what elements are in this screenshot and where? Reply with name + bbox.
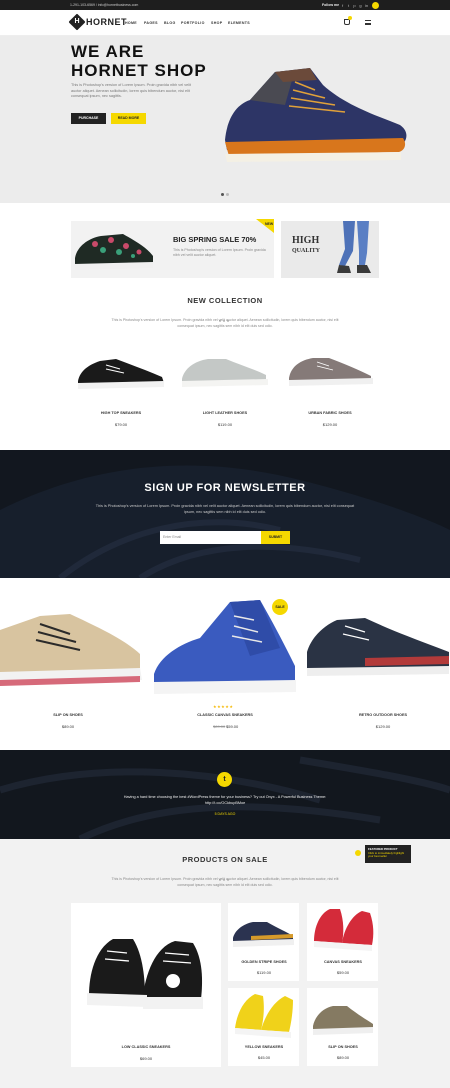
product-image-light-leather [182, 359, 268, 387]
nav-item-portfolio[interactable]: PORTFOLIO [181, 21, 205, 25]
svg-text:NEW: NEW [265, 222, 274, 226]
topbar-cart-icon[interactable] [372, 1, 379, 9]
carousel-image-slip-on [0, 614, 142, 686]
nav-item-home[interactable]: HOME [125, 21, 137, 25]
hero-title: WE ARE HORNET SHOP [71, 42, 207, 80]
newsletter-submit-button[interactable]: SUBMIT [261, 531, 290, 544]
top-bar: 1-291-103-6569 / info@hornetbusiness.com… [0, 0, 450, 10]
sale-name-low-classic[interactable]: LOW CLASSIC SNEAKERS [96, 1045, 196, 1049]
newsletter-text: This is Photoshop's version of Lorem Ips… [95, 504, 355, 514]
product-image-urban-fabric [289, 358, 373, 386]
carousel-name-classic-canvas[interactable]: CLASSIC CANVAS SNEAKERS [175, 713, 275, 717]
twitter-bird-icon[interactable]: t [217, 772, 232, 787]
logo-text[interactable]: HORNET [86, 17, 127, 27]
product-price-high-top: $79.00 [114, 422, 128, 427]
facebook-icon[interactable]: f [340, 3, 345, 8]
contact-info: 1-291-103-6569 / info@hornetbusiness.com [70, 3, 139, 7]
newsletter-email-input[interactable]: Enter Email [160, 531, 261, 544]
promo-shoe-image [74, 234, 153, 270]
product-image-high-top [78, 359, 164, 389]
promo-text: This is Photoshop's version of Lorem Ips… [173, 248, 266, 257]
sale-price-canvas: $59.00 [336, 970, 350, 975]
carousel-old-price: $89.00 [213, 724, 226, 729]
sale-badge: SALE [272, 599, 288, 615]
rating-stars: ★★★★★ [213, 704, 234, 709]
follow-label: Follow me [322, 3, 340, 7]
tweet-date: 5 DAYS AGO [214, 812, 236, 816]
sale-image-canvas [314, 909, 374, 951]
sale-image-golden-stripe [233, 922, 294, 947]
product-name-light-leather[interactable]: LIGHT LEATHER SHOES [175, 411, 275, 415]
product-price-urban-fabric: $129.00 [322, 422, 338, 427]
linkedin-icon[interactable]: in [364, 3, 369, 8]
nav-item-blog[interactable]: BLOG [164, 21, 176, 25]
site-header: H HORNET HOME PAGES BLOG PORTFOLIO SHOP … [0, 10, 450, 36]
product-name-urban-fabric[interactable]: URBAN FABRIC SHOES [280, 411, 380, 415]
google-plus-icon[interactable]: g [358, 3, 363, 8]
newsletter-title: SIGN UP FOR NEWSLETTER [144, 482, 306, 494]
nav-item-shop[interactable]: SHOP [211, 21, 222, 25]
pinterest-icon[interactable]: p [352, 3, 357, 8]
menu-icon[interactable] [365, 20, 371, 25]
logo-icon[interactable]: H [68, 13, 86, 31]
sale-price-low-classic: $69.00 [139, 1056, 153, 1061]
nav-item-elements[interactable]: ELEMENTS [228, 21, 250, 25]
new-collection-title: NEW COLLECTION [187, 296, 263, 305]
carousel-price-slip-on: $89.00 [61, 724, 75, 729]
sale-price-slip-on: $89.00 [336, 1055, 350, 1060]
new-collection-text: This is Photoshop's version of Lorem Ips… [111, 318, 339, 328]
high-quality-title: HIGH QUALITY [292, 235, 321, 255]
tweet-text: Having a hard time choosing the best #Wo… [123, 795, 327, 805]
purchase-button[interactable]: PURCHASE [71, 113, 106, 124]
sale-image-low-classic [87, 939, 203, 1009]
carousel-name-retro-outdoor[interactable]: RETRO OUTDOOR SHOES [333, 713, 433, 717]
sale-name-canvas[interactable]: CANVAS SNEAKERS [293, 960, 393, 964]
hero-shoe-image [225, 68, 407, 162]
sale-image-yellow [235, 994, 293, 1038]
twitter-icon[interactable]: t [346, 3, 351, 8]
sale-image-slip-on [313, 1006, 373, 1035]
on-sale-text: This is Photoshop's version of Lorem Ips… [111, 877, 339, 887]
section-divider [219, 309, 231, 322]
slider-dot-active[interactable] [221, 193, 224, 196]
carousel-image-retro-outdoor [307, 618, 449, 676]
cart-badge [348, 16, 352, 20]
carousel-price-classic-canvas: $59.00 [226, 724, 239, 729]
read-more-button[interactable]: READ MORE [111, 113, 146, 124]
slider-dot[interactable] [226, 193, 229, 196]
product-name-high-top[interactable]: HIGH TOP SNEAKERS [71, 411, 171, 415]
promo-legs-image [337, 221, 371, 273]
products-on-sale-title: PRODUCTS ON SALE [182, 855, 268, 864]
carousel-name-slip-on[interactable]: SLIP ON SHOES [18, 713, 118, 717]
product-price-light-leather: $119.00 [217, 422, 233, 427]
new-badge: NEW [256, 219, 274, 233]
promo-title: BIG SPRING SALE 70% [173, 235, 257, 244]
section-divider [219, 868, 231, 881]
nav-item-pages[interactable]: PAGES [144, 21, 158, 25]
carousel-price-retro-outdoor: $129.00 [375, 724, 391, 729]
sale-name-slip-on[interactable]: SLIP ON SHOES [293, 1045, 393, 1049]
hero-text: This is Photoshop's version of Lorem Ips… [71, 83, 191, 98]
